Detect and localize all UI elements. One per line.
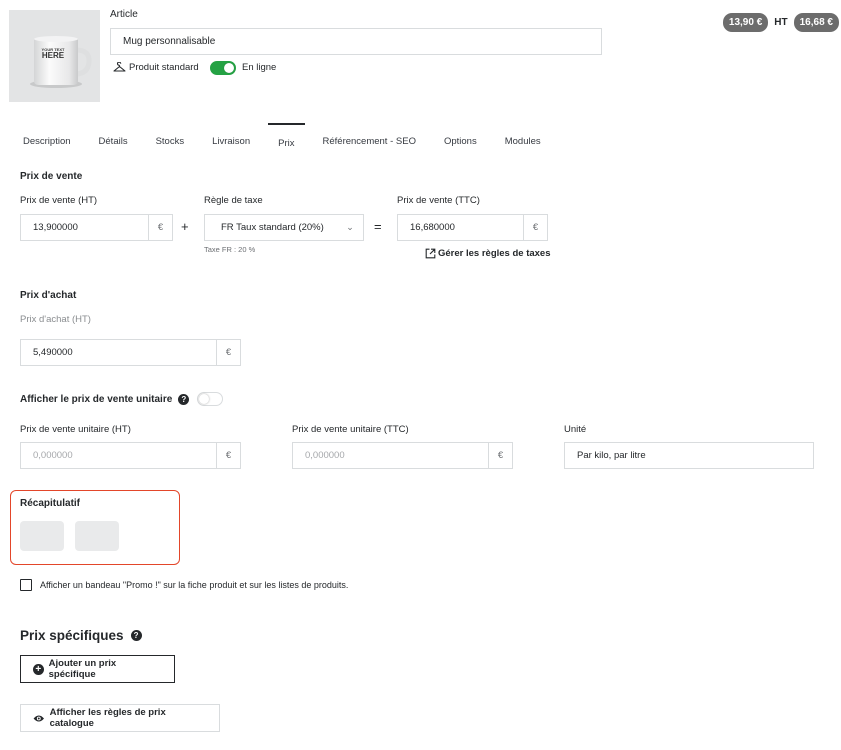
tab-details[interactable]: Détails bbox=[85, 123, 142, 154]
price-ttc-badge: 16,68 € bbox=[793, 13, 839, 32]
specific-prices-title: Prix spécifiques bbox=[20, 628, 124, 643]
manage-tax-rules-link[interactable]: Gérer les règles de taxes bbox=[425, 248, 551, 259]
mug-text-line2: HERE bbox=[41, 51, 65, 60]
specific-prices-header: Prix spécifiques ? bbox=[20, 628, 142, 643]
product-type-label: Produit standard bbox=[129, 62, 199, 73]
tab-options[interactable]: Options bbox=[430, 123, 491, 154]
sale-price-title: Prix de vente bbox=[20, 171, 83, 182]
purchase-price-field[interactable]: 5,490000 € bbox=[20, 339, 241, 366]
sale-price-ttc-field[interactable]: 16,680000 € bbox=[397, 214, 548, 241]
unit-price-ht-field[interactable]: 0,000000 € bbox=[20, 442, 241, 469]
tab-modules[interactable]: Modules bbox=[491, 123, 555, 154]
currency-addon: € bbox=[523, 215, 547, 240]
product-name-input[interactable]: Mug personnalisable bbox=[110, 28, 602, 55]
unit-price-ttc-label: Prix de vente unitaire (TTC) bbox=[292, 424, 409, 435]
sale-price-ttc-input[interactable]: 16,680000 bbox=[398, 215, 523, 240]
help-icon[interactable]: ? bbox=[130, 630, 142, 641]
sale-price-ht-label: Prix de vente (HT) bbox=[20, 195, 98, 206]
unit-price-ttc-input[interactable]: 0,000000 bbox=[293, 443, 488, 468]
eye-icon bbox=[33, 714, 44, 722]
online-toggle[interactable] bbox=[210, 61, 236, 75]
sale-price-ht-field[interactable]: 13,900000 € bbox=[20, 214, 173, 241]
unit-price-ht-label: Prix de vente unitaire (HT) bbox=[20, 424, 131, 435]
ht-label: HT bbox=[774, 17, 788, 28]
tax-hint: Taxe FR : 20 % bbox=[204, 245, 256, 254]
tax-rule-value: FR Taux standard (20%) bbox=[221, 222, 324, 233]
external-link-icon bbox=[425, 248, 436, 259]
summary-loading-placeholder bbox=[75, 521, 119, 551]
add-specific-price-button[interactable]: + Ajouter un prix spécifique bbox=[20, 655, 175, 683]
product-tabs: Description Détails Stocks Livraison Pri… bbox=[9, 123, 555, 154]
plus-circle-icon: + bbox=[33, 663, 44, 675]
purchase-price-input[interactable]: 5,490000 bbox=[21, 340, 216, 365]
currency-addon: € bbox=[216, 340, 240, 365]
unit-price-toggle[interactable] bbox=[197, 392, 224, 406]
sale-price-ht-input[interactable]: 13,900000 bbox=[21, 215, 148, 240]
price-summary: 13,90 € HT 16,68 € bbox=[722, 13, 839, 32]
tab-description[interactable]: Description bbox=[9, 123, 85, 154]
purchase-price-label: Prix d'achat (HT) bbox=[20, 314, 91, 325]
add-specific-price-label: Ajouter un prix spécifique bbox=[48, 658, 117, 680]
promo-label: Afficher un bandeau "Promo !" sur la fic… bbox=[40, 580, 349, 590]
plus-sign: + bbox=[181, 219, 189, 234]
show-catalog-price-rules-button[interactable]: Afficher les règles de prix catalogue bbox=[20, 704, 220, 732]
tab-seo[interactable]: Référencement - SEO bbox=[309, 123, 430, 154]
toggle-knob bbox=[224, 63, 234, 73]
show-catalog-price-rules-label: Afficher les règles de prix catalogue bbox=[49, 707, 166, 729]
product-type-selector[interactable]: Produit standard bbox=[113, 62, 199, 73]
summary-loading-placeholder bbox=[20, 521, 64, 551]
promo-checkbox[interactable] bbox=[20, 579, 32, 591]
online-label: En ligne bbox=[242, 62, 277, 73]
mug-print-text: YOUR TEXT HERE bbox=[38, 48, 68, 60]
summary-title: Récapitulatif bbox=[20, 498, 81, 509]
tax-rule-select[interactable]: FR Taux standard (20%) ⌄ bbox=[204, 214, 364, 241]
unit-price-ht-input[interactable]: 0,000000 bbox=[21, 443, 216, 468]
sale-price-ttc-label: Prix de vente (TTC) bbox=[397, 195, 480, 206]
help-icon[interactable]: ? bbox=[178, 393, 190, 405]
hanger-icon bbox=[113, 62, 126, 72]
equals-sign: = bbox=[374, 219, 382, 234]
chevron-down-icon: ⌄ bbox=[346, 222, 354, 232]
unit-input[interactable]: Par kilo, par litre bbox=[564, 442, 814, 469]
tab-shipping[interactable]: Livraison bbox=[198, 123, 264, 154]
toggle-knob bbox=[199, 394, 210, 404]
currency-addon: € bbox=[148, 215, 172, 240]
currency-addon: € bbox=[216, 443, 240, 468]
currency-addon: € bbox=[488, 443, 512, 468]
tax-rule-label: Règle de taxe bbox=[204, 195, 263, 206]
manage-tax-rules-label: Gérer les règles de taxes bbox=[438, 248, 551, 259]
product-thumbnail[interactable]: YOUR TEXT HERE bbox=[9, 10, 100, 102]
article-label: Article bbox=[110, 9, 138, 20]
unit-price-ttc-field[interactable]: 0,000000 € bbox=[292, 442, 513, 469]
tab-pricing[interactable]: Prix bbox=[264, 123, 308, 154]
purchase-price-title: Prix d'achat bbox=[20, 290, 77, 301]
price-ht-badge: 13,90 € bbox=[722, 13, 769, 32]
unit-price-header: Afficher le prix de vente unitaire ? bbox=[20, 392, 224, 406]
tab-stocks[interactable]: Stocks bbox=[142, 123, 199, 154]
unit-price-title: Afficher le prix de vente unitaire bbox=[20, 393, 173, 405]
unit-label: Unité bbox=[564, 424, 587, 435]
